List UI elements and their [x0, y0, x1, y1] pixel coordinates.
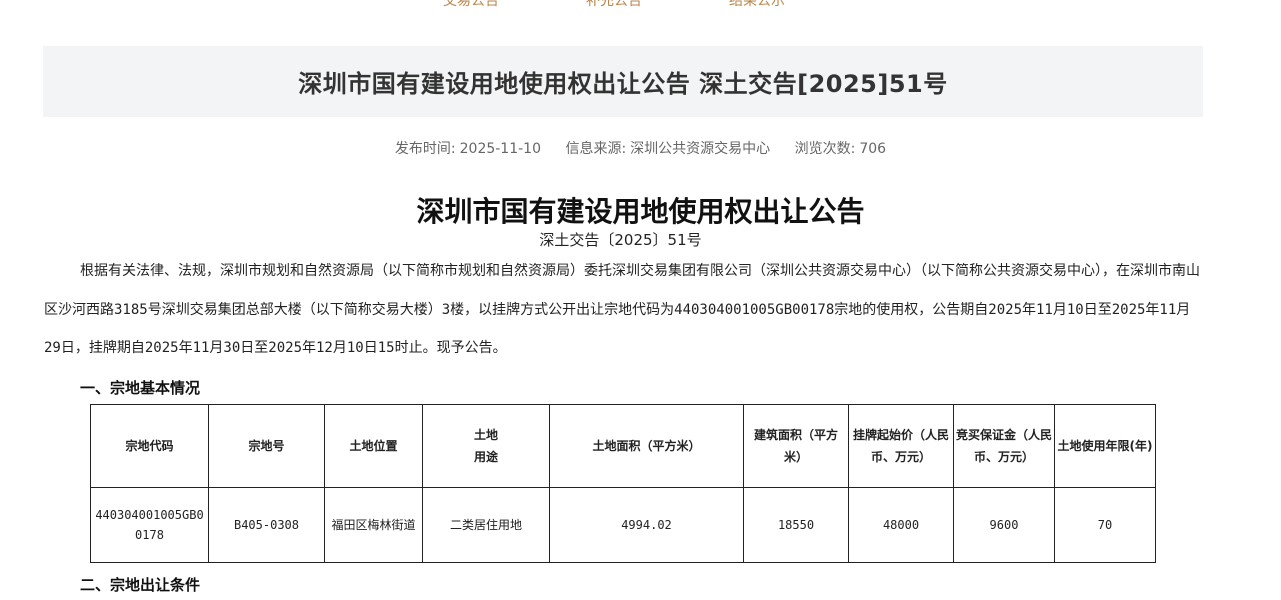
section-heading-basic-info: 一、宗地基本情况	[80, 379, 201, 397]
source-label: 信息来源:	[565, 141, 627, 157]
cell-term-years: 70	[1054, 487, 1156, 563]
title-banner: 深圳市国有建设用地使用权出让公告 深土交告[2025]51号	[43, 46, 1203, 117]
nav-link-result-notice[interactable]: 结果公示	[729, 0, 785, 10]
intro-paragraph: 根据有关法律、法规，深圳市规划和自然资源局（以下简称市规划和自然资源局）委托深圳…	[44, 263, 1200, 356]
publish-label: 发布时间:	[394, 141, 456, 157]
source-info: 信息来源: 深圳公共资源交易中心	[565, 141, 770, 157]
meta-info: 发布时间: 2025-11-10 信息来源: 深圳公共资源交易中心 浏览次数: 706	[0, 138, 1281, 158]
header-building-area: 建筑面积（平方米）	[743, 404, 849, 488]
header-location: 土地位置	[324, 404, 423, 488]
section-heading-conditions: 二、宗地出让条件	[80, 576, 201, 594]
cell-building-area: 18550	[743, 487, 849, 563]
header-start-price: 挂牌起始价（人民币、万元）	[848, 404, 954, 488]
header-parcel-no: 宗地号	[208, 404, 325, 488]
cell-parcel-no: B405-0308	[208, 487, 325, 563]
header-deposit: 竞买保证金（人民币、万元）	[953, 404, 1055, 488]
header-land-area: 土地面积（平方米）	[549, 404, 744, 488]
cell-deposit: 9600	[953, 487, 1055, 563]
cell-start-price: 48000	[848, 487, 954, 563]
table-header-row: 宗地代码 宗地号 土地位置 土地 用途 土地面积（平方米） 建筑面积（平方米） …	[90, 404, 1156, 488]
header-term-years: 土地使用年限(年)	[1054, 404, 1156, 488]
page-title: 深圳市国有建设用地使用权出让公告 深土交告[2025]51号	[298, 70, 948, 98]
nav-link-trade-notice[interactable]: 交易公告	[443, 0, 499, 10]
table-row: 440304001005GB00178 B405-0308 福田区梅林街道 二类…	[90, 487, 1156, 563]
header-land-use: 土地 用途	[422, 404, 550, 488]
land-info-table: 宗地代码 宗地号 土地位置 土地 用途 土地面积（平方米） 建筑面积（平方米） …	[90, 404, 1156, 563]
cell-land-area: 4994.02	[549, 487, 744, 563]
views-info: 浏览次数: 706	[795, 141, 886, 157]
cell-location: 福田区梅林街道	[324, 487, 423, 563]
cell-land-code: 440304001005GB00178	[90, 487, 209, 563]
cell-land-use: 二类居住用地	[422, 487, 550, 563]
document-number: 深土交告〔2025〕51号	[539, 231, 702, 249]
nav-link-supplement-notice[interactable]: 补充公告	[586, 0, 642, 10]
source-value: 深圳公共资源交易中心	[630, 141, 771, 157]
header-land-code: 宗地代码	[90, 404, 209, 488]
views-label: 浏览次数:	[794, 141, 856, 157]
views-count: 706	[859, 141, 887, 157]
publish-date: 2025-11-10	[459, 141, 541, 157]
document-title: 深圳市国有建设用地使用权出让公告	[416, 195, 865, 228]
top-nav: 交易公告 补充公告 结果公示	[0, 0, 1281, 10]
publish-info: 发布时间: 2025-11-10	[395, 141, 541, 157]
